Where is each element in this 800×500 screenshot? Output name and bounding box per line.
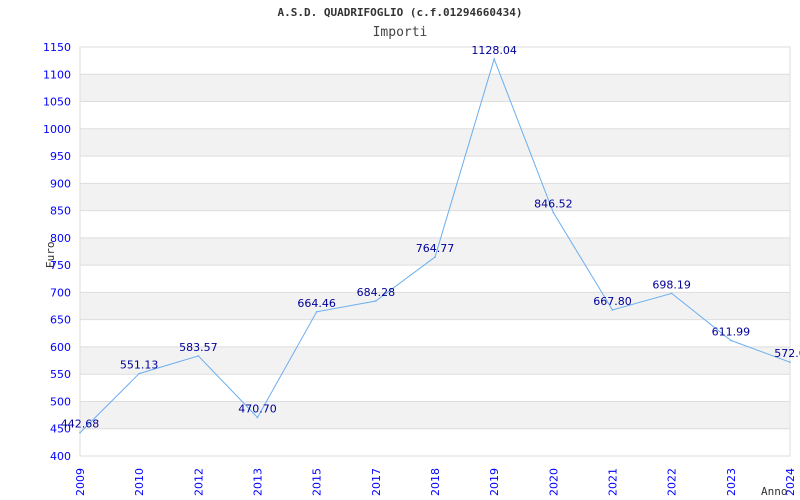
x-tick-label: 2021 (607, 468, 620, 496)
y-axis-label: Euro (44, 242, 57, 269)
grid-band (80, 74, 790, 102)
data-label: 846.52 (534, 197, 573, 210)
data-point (611, 309, 614, 311)
data-label: 551.13 (120, 359, 159, 372)
data-point (730, 339, 732, 342)
y-tick-label: 400 (50, 450, 71, 463)
data-point (434, 256, 436, 258)
data-label: 667.80 (593, 295, 632, 308)
data-label: 572.0 (774, 347, 800, 360)
x-tick-label: 2010 (133, 468, 146, 496)
y-tick-label: 1000 (43, 123, 71, 136)
data-point (789, 361, 791, 364)
x-tick-label: 2020 (547, 468, 560, 496)
data-point (315, 310, 318, 313)
data-label: 442.68 (61, 418, 100, 431)
data-label: 664.46 (297, 297, 336, 310)
grid-band (80, 128, 790, 157)
data-point (552, 211, 555, 214)
data-label: 583.57 (179, 341, 218, 354)
data-point (256, 416, 259, 419)
x-tick-label: 2017 (370, 468, 383, 496)
x-tick-label: 2019 (488, 468, 501, 496)
data-point (138, 372, 140, 375)
y-tick-label: 500 (50, 395, 71, 408)
x-tick-label: 2023 (725, 468, 738, 496)
x-axis-label: Anno (761, 485, 788, 498)
data-point (493, 58, 495, 60)
x-tick-label: 2012 (192, 468, 205, 496)
y-tick-label: 650 (50, 314, 71, 327)
grid-band (80, 401, 790, 429)
data-point (375, 300, 377, 302)
data-label: 611.99 (712, 325, 751, 338)
data-label: 684.28 (357, 286, 396, 299)
x-tick-label: 2013 (252, 468, 265, 496)
x-tick-label: 2022 (666, 468, 679, 496)
y-tick-label: 700 (50, 286, 71, 299)
y-tick-label: 1050 (43, 96, 71, 109)
line-chart: 4004505005506006507007508008509009501000… (43, 41, 800, 498)
y-tick-label: 550 (50, 368, 71, 381)
y-tick-label: 900 (50, 177, 71, 190)
grid-band (80, 183, 790, 211)
data-label: 1128.04 (471, 44, 517, 57)
y-tick-label: 1150 (43, 41, 71, 54)
y-tick-label: 950 (50, 150, 71, 163)
data-label: 470.70 (238, 402, 277, 415)
grid-band (80, 292, 790, 320)
data-point (79, 431, 81, 434)
data-label: 698.19 (652, 278, 691, 291)
x-tick-label: 2015 (311, 468, 324, 496)
x-tick-label: 2009 (74, 468, 87, 496)
y-tick-label: 600 (50, 341, 71, 354)
y-tick-label: 1100 (43, 68, 71, 81)
y-tick-label: 850 (50, 205, 71, 218)
data-point (197, 355, 200, 357)
x-tick-label: 2018 (429, 468, 442, 496)
data-label: 764.77 (416, 242, 455, 255)
data-point (670, 292, 673, 295)
